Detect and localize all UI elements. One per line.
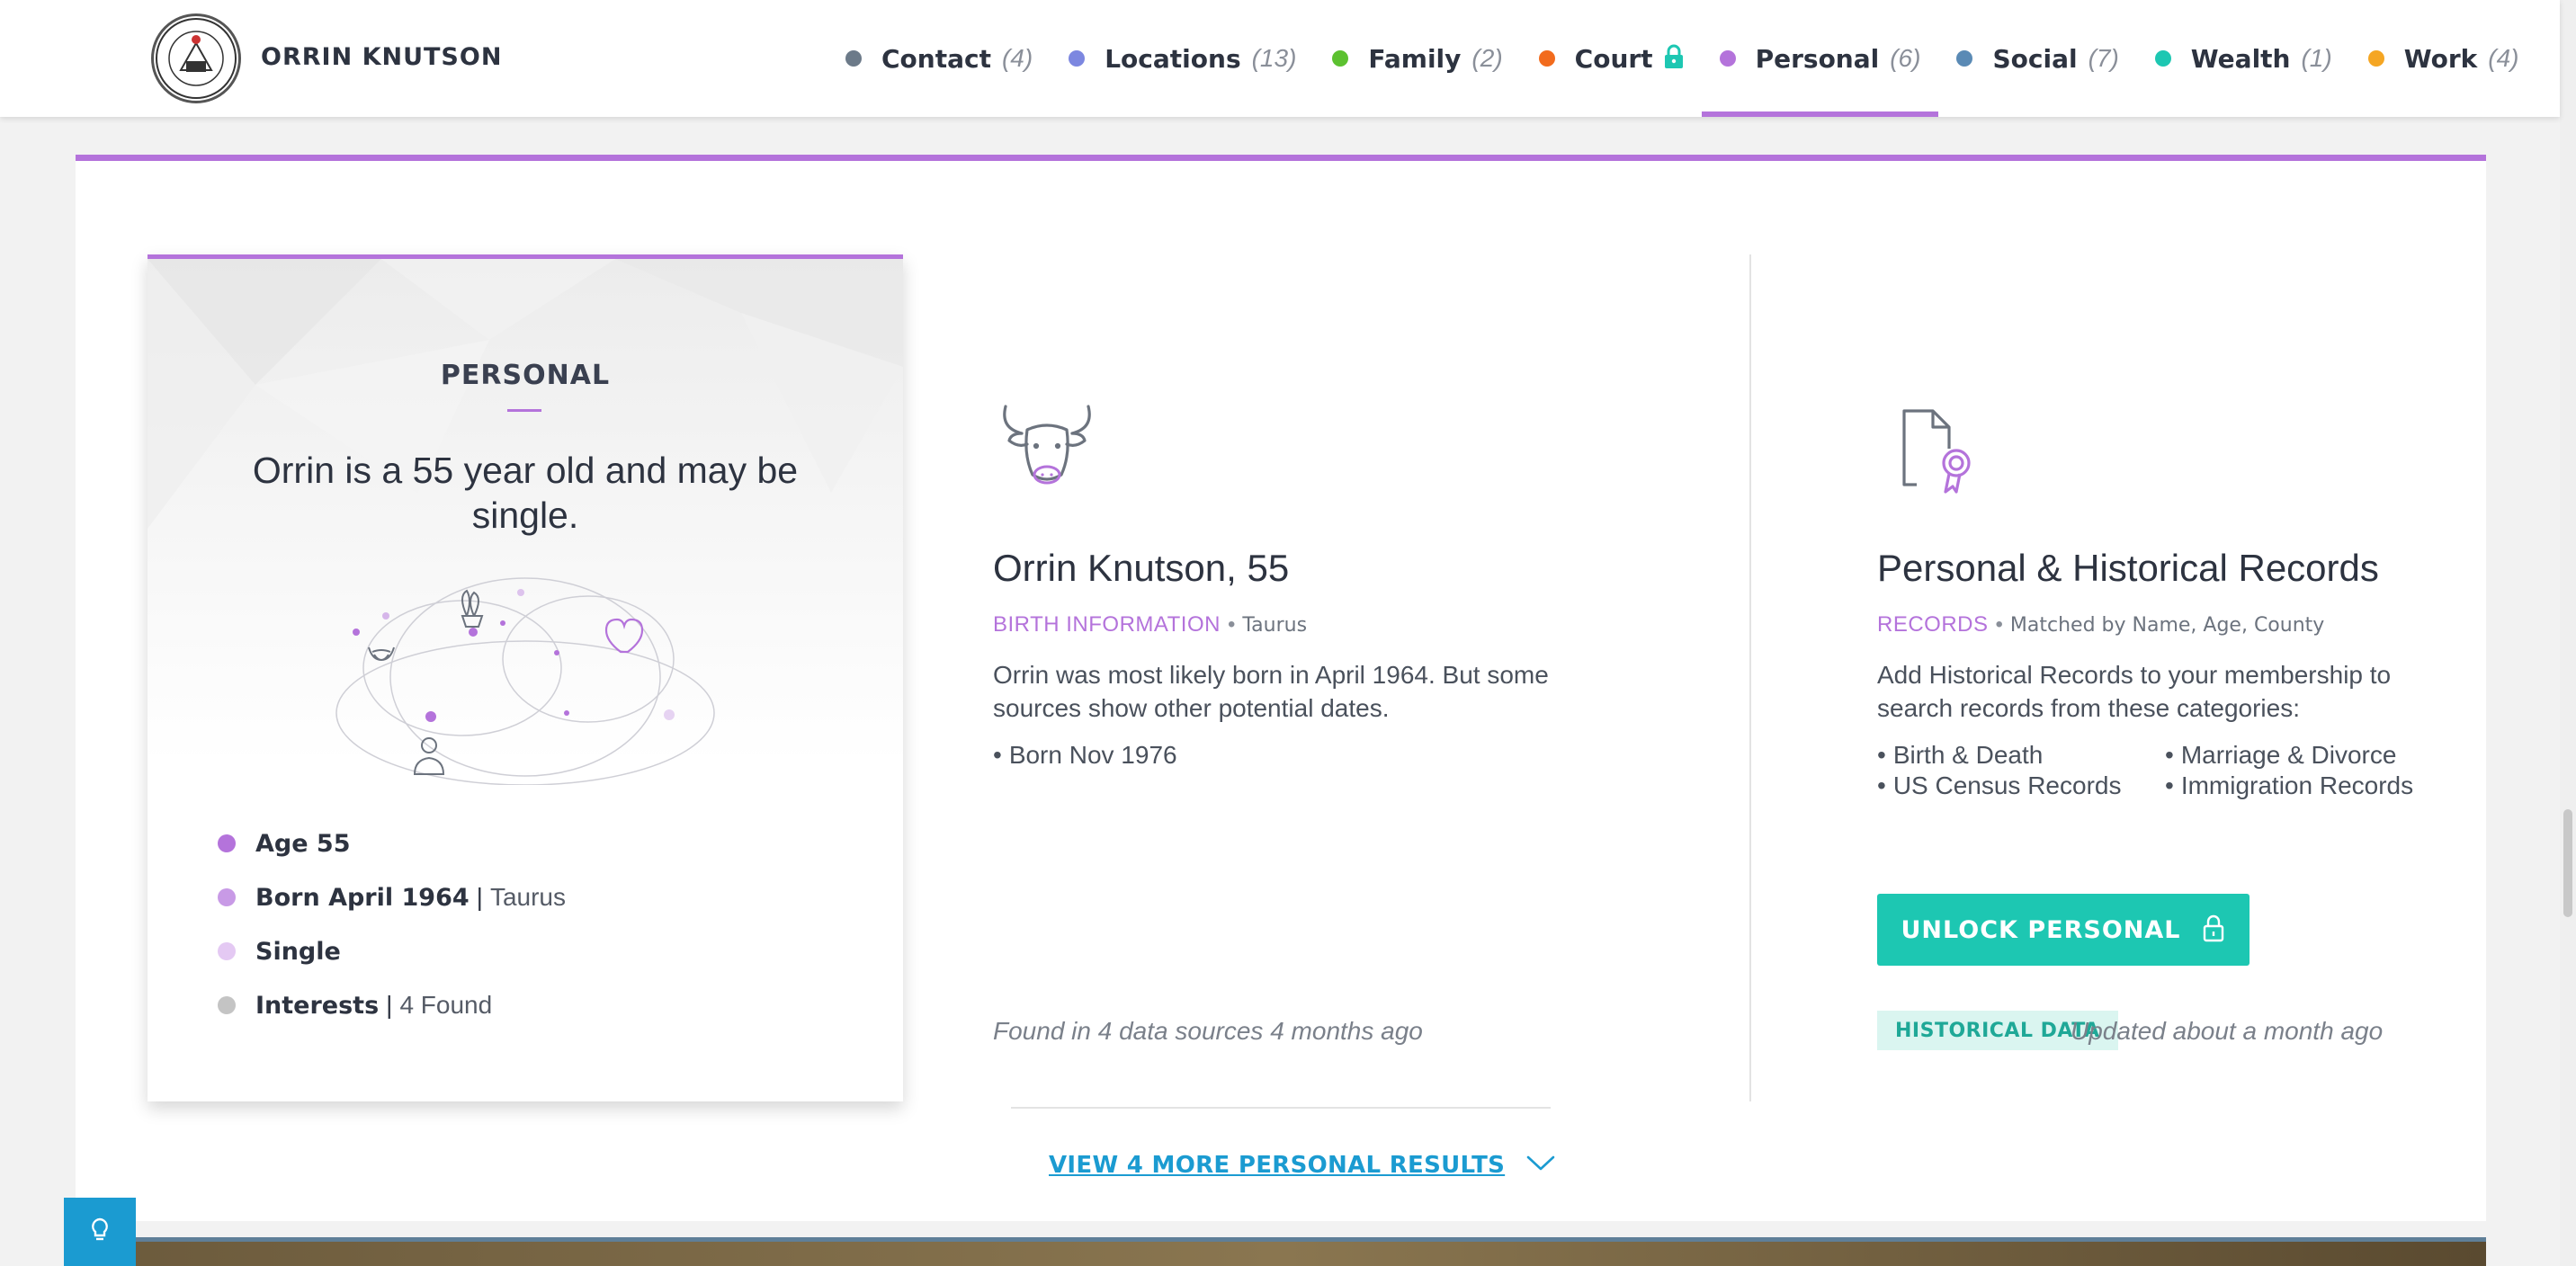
taurus-bull-icon — [1003, 405, 1091, 485]
lightbulb-icon — [90, 1217, 110, 1248]
tab-count: (7) — [2088, 44, 2119, 72]
fact-born: Born April 1964 | Taurus — [218, 870, 566, 924]
fact-label: Born April 1964 — [255, 883, 470, 912]
birth-tag: BIRTH INFORMATION — [993, 612, 1221, 637]
tab-family[interactable]: Family (2) — [1314, 0, 1520, 117]
profile-name: ORRIN KNUTSON — [261, 43, 503, 71]
unlock-personal-button[interactable]: UNLOCK PERSONAL — [1877, 894, 2250, 966]
tab-dot — [1069, 50, 1086, 67]
fact-interests: Interests | 4 Found — [218, 978, 566, 1032]
divider — [1011, 1107, 1551, 1109]
top-header: ORRIN KNUTSON Contact (4) Locations (13)… — [0, 0, 2560, 117]
tab-social[interactable]: Social (7) — [1938, 0, 2136, 117]
tab-dot — [1719, 50, 1736, 67]
tag-dot: • — [1995, 612, 2003, 637]
tag-dot: • — [1227, 612, 1236, 637]
tab-dot — [2154, 50, 2171, 67]
lock-icon — [1664, 44, 1684, 74]
tab-count: (4) — [1001, 44, 1033, 72]
list-item: Birth & Death — [1877, 741, 2165, 770]
birth-heading: Orrin Knutson, 55 — [993, 547, 1290, 589]
tab-contact[interactable]: Contact (4) — [827, 0, 1051, 117]
tab-dot — [1956, 50, 1973, 67]
view-more-label: VIEW 4 MORE PERSONAL RESULTS — [1049, 1152, 1506, 1179]
list-item: Born Nov 1976 — [993, 741, 1177, 770]
tab-label: Contact — [881, 43, 991, 74]
list-item: Immigration Records — [2165, 771, 2453, 800]
personal-section: PERSONAL Orrin is a 55 year old and may … — [76, 155, 2486, 1221]
tab-count: (2) — [1471, 44, 1503, 72]
tab-work[interactable]: Work (4) — [2350, 0, 2537, 117]
button-label: UNLOCK PERSONAL — [1901, 915, 2181, 944]
list-item: US Census Records — [1877, 771, 2165, 800]
fact-label: Age 55 — [255, 829, 351, 858]
tab-label: Wealth — [2190, 43, 2291, 74]
tab-label: Family — [1368, 43, 1462, 74]
records-heading: Personal & Historical Records — [1877, 547, 2379, 589]
alternate-birth-dates: Born Nov 1976 — [993, 741, 1177, 770]
tab-wealth[interactable]: Wealth (1) — [2137, 0, 2350, 117]
records-tagline: RECORDS • Matched by Name, Age, County — [1877, 612, 2324, 637]
tab-count: (1) — [2301, 44, 2332, 72]
lock-icon — [2202, 914, 2225, 947]
tab-locations[interactable]: Locations (13) — [1051, 0, 1314, 117]
record-categories: Birth & Death Marriage & Divorce US Cens… — [1877, 741, 2453, 800]
fact-extra: Taurus — [489, 883, 566, 911]
tab-count: (13) — [1251, 44, 1297, 72]
tab-dot — [2367, 50, 2384, 67]
help-tips-button[interactable] — [64, 1198, 136, 1266]
fact-relationship: Single — [218, 924, 566, 978]
updated-note: Updated about a month ago — [2071, 1017, 2384, 1045]
tab-court[interactable]: Court — [1521, 0, 1702, 117]
tab-count: (4) — [2488, 44, 2519, 72]
tab-dot — [845, 50, 862, 67]
personal-summary-text: Orrin is a 55 year old and may be single… — [252, 450, 799, 536]
fact-label: Single — [255, 937, 341, 966]
tab-label: Personal — [1755, 43, 1880, 74]
fact-age: Age 55 — [218, 816, 566, 870]
records-tag: RECORDS — [1877, 612, 1989, 637]
fact-separator: | — [386, 991, 393, 1019]
tab-label: Social — [1992, 43, 2078, 74]
fact-dot — [218, 834, 236, 852]
title-underline — [507, 409, 541, 412]
section-nav: Contact (4) Locations (13) Family (2) Co… — [827, 0, 2537, 117]
birth-description: Orrin was most likely born in April 1964… — [993, 661, 1549, 722]
sources-note: Found in 4 data sources 4 months ago — [993, 1017, 1423, 1045]
personal-illustration — [335, 577, 715, 785]
records-tag-detail: Matched by Name, Age, County — [2009, 614, 2325, 637]
chevron-down-icon — [1526, 1155, 1555, 1177]
birth-tag-detail: Taurus — [1242, 614, 1308, 637]
fact-dot — [218, 996, 236, 1014]
certificate-document-icon — [1902, 409, 1971, 494]
fact-dot — [218, 888, 236, 906]
birth-info-column: Orrin Knutson, 55 BIRTH INFORMATION • Taur… — [993, 254, 1605, 1101]
tab-dot — [1538, 50, 1555, 67]
personal-summary-panel: PERSONAL Orrin is a 55 year old and may … — [148, 254, 903, 1101]
fact-dot — [218, 942, 236, 960]
list-item: Marriage & Divorce — [2165, 741, 2453, 770]
view-more-results-link[interactable]: VIEW 4 MORE PERSONAL RESULTS — [1049, 1152, 1555, 1179]
records-description: Add Historical Records to your membershi… — [1877, 661, 2392, 722]
fact-extra: 4 Found — [399, 991, 493, 1019]
birth-tagline: BIRTH INFORMATION • Taurus — [993, 612, 1307, 637]
tab-label: Court — [1574, 43, 1653, 74]
panel-title: PERSONAL — [440, 360, 611, 391]
tab-label: Work — [2403, 43, 2478, 74]
scrollbar-thumb[interactable] — [2563, 809, 2572, 917]
fact-label: Interests — [255, 991, 380, 1020]
personal-facts-list: Age 55 Born April 1964 | Taurus Single I… — [218, 816, 566, 1032]
tab-count: (6) — [1890, 44, 1921, 72]
next-section-edge — [76, 1237, 2486, 1266]
records-column: Personal & Historical Records RECORDS • Ma… — [1749, 254, 2413, 1101]
fact-separator: | — [476, 883, 483, 911]
profile-logo[interactable] — [151, 13, 241, 103]
scrollbar[interactable] — [2560, 0, 2576, 1266]
tab-personal[interactable]: Personal (6) — [1701, 0, 1939, 117]
tab-label: Locations — [1105, 43, 1241, 74]
tab-dot — [1332, 50, 1349, 67]
